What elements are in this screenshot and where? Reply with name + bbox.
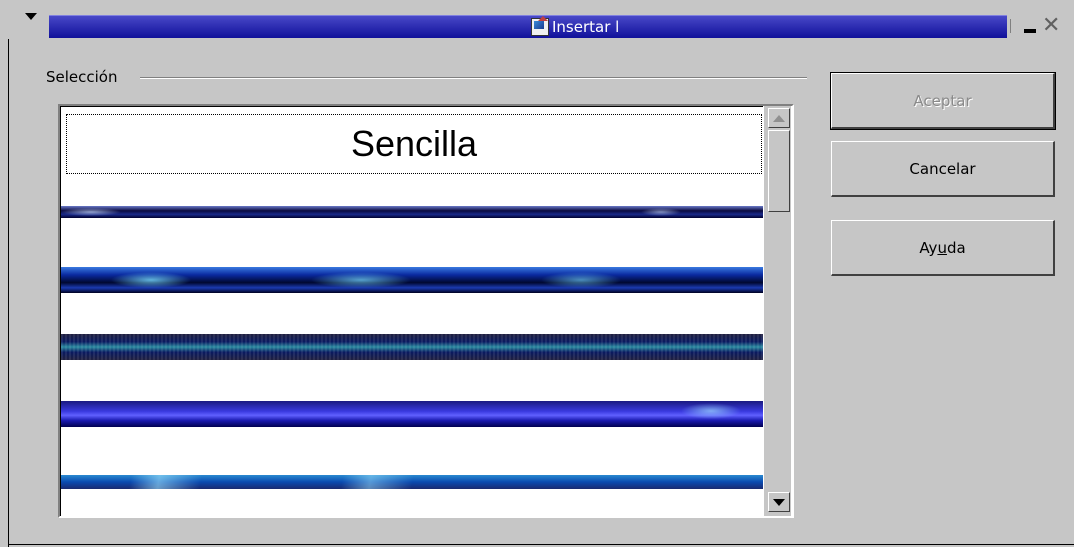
title-content: Insertar l <box>531 16 619 38</box>
list-item-line-2[interactable] <box>61 267 763 293</box>
list-item-line-3[interactable] <box>61 334 763 360</box>
list-item-line-5[interactable] <box>61 475 763 489</box>
app-icon <box>531 16 549 36</box>
window-menu-icon[interactable] <box>25 13 37 20</box>
cancel-button[interactable]: Cancelar <box>831 141 1055 197</box>
list-viewport: Sencilla <box>60 106 763 516</box>
help-label-start: Ay <box>919 238 938 257</box>
scroll-thumb[interactable] <box>768 130 790 212</box>
frame-bottom-border <box>8 544 1074 545</box>
arrow-up-icon <box>773 114 785 122</box>
group-divider <box>140 77 807 79</box>
group-label: Selección <box>46 68 124 86</box>
line-selection-list[interactable]: Sencilla <box>58 104 794 518</box>
window-title: Insertar l <box>552 18 620 36</box>
list-item-sencilla[interactable]: Sencilla <box>66 114 762 174</box>
frame-left-border <box>8 39 9 547</box>
close-icon[interactable]: ✕ <box>1042 15 1060 37</box>
controls-separator <box>1010 19 1012 33</box>
title-strip[interactable]: Insertar l <box>49 15 1007 38</box>
scroll-down-button[interactable] <box>768 492 790 512</box>
accept-button[interactable]: Aceptar <box>830 72 1056 130</box>
list-item-line-4[interactable] <box>61 401 763 427</box>
scroll-up-button[interactable] <box>768 108 790 128</box>
window-controls: ✕ <box>1010 15 1060 37</box>
help-button[interactable]: Ay u da <box>831 220 1055 276</box>
minimize-icon[interactable] <box>1024 29 1036 33</box>
vertical-scrollbar[interactable] <box>763 106 791 516</box>
list-item-line-1[interactable] <box>61 206 763 218</box>
help-label-mnemonic: u <box>937 238 947 257</box>
arrow-down-icon <box>773 498 785 506</box>
help-label-end: da <box>946 238 966 257</box>
title-bar: Insertar l ✕ <box>0 0 1074 40</box>
